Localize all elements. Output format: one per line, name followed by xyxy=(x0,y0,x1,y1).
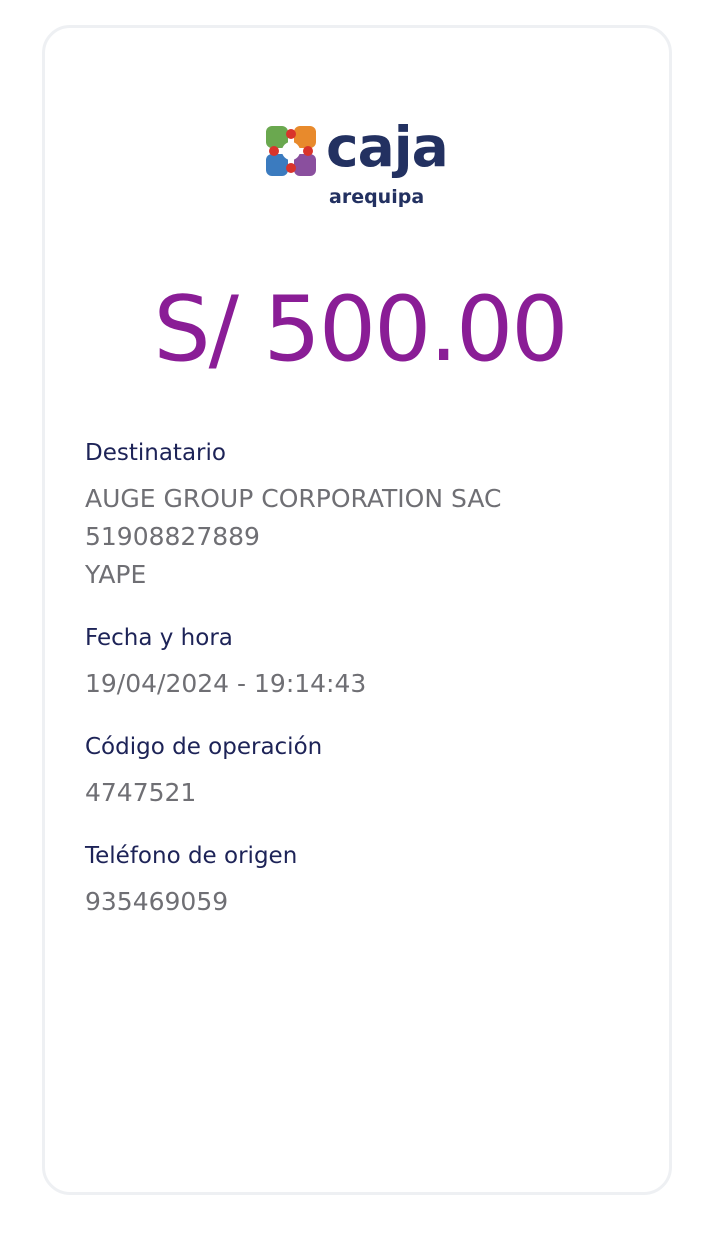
caja-arequipa-logo: caja arequipa xyxy=(264,115,464,214)
logo-subtitle: arequipa xyxy=(329,186,425,208)
origin-phone-value: 935469059 xyxy=(85,887,229,916)
transfer-amount: S/ 500.00 xyxy=(153,277,569,382)
origin-phone-label: Teléfono de origen xyxy=(85,843,298,869)
logo-wordmark: caja xyxy=(326,115,449,179)
operation-code-value: 4747521 xyxy=(85,778,197,807)
operation-code-label: Código de operación xyxy=(85,734,323,760)
datetime-value: 19/04/2024 - 19:14:43 xyxy=(85,669,367,698)
recipient-phone: 51908827889 xyxy=(85,522,260,551)
datetime-label: Fecha y hora xyxy=(85,625,233,651)
caja-logo-mark-icon xyxy=(266,126,316,176)
recipient-name: AUGE GROUP CORPORATION SAC xyxy=(85,484,502,513)
recipient-label: Destinatario xyxy=(85,440,226,466)
recipient-wallet: YAPE xyxy=(85,560,147,589)
